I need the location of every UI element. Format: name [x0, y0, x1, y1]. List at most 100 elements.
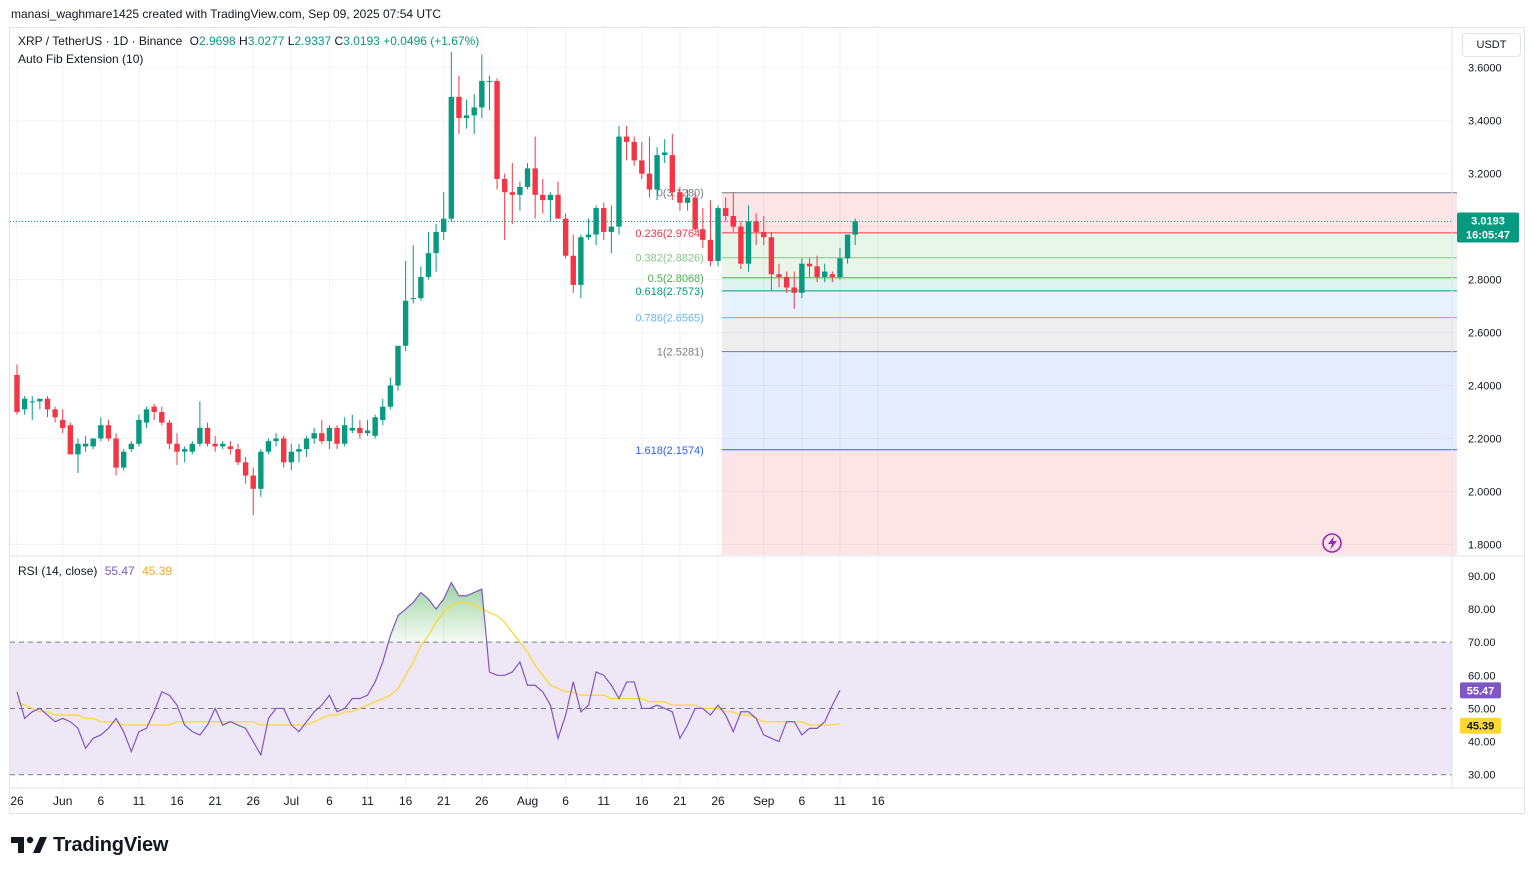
candle — [143, 406, 150, 428]
candle — [105, 419, 112, 442]
candle-body — [471, 107, 477, 116]
candle-body — [128, 443, 134, 450]
time-axis-tick-label: Aug — [517, 794, 538, 808]
candle-body — [829, 274, 836, 277]
candle — [288, 443, 295, 471]
candle — [631, 136, 637, 166]
rsi-axis-tick-label: 80.00 — [1468, 604, 1496, 616]
candle-body — [288, 451, 295, 463]
candle — [616, 125, 622, 235]
candle-body — [441, 218, 447, 232]
candle-body — [783, 276, 790, 288]
candle-body — [844, 234, 851, 259]
time-axis-tick-label: 6 — [562, 794, 569, 808]
candle-body — [82, 443, 89, 447]
last-price-value: 3.0193 — [1471, 216, 1505, 228]
candle-body — [143, 409, 150, 423]
candle — [242, 457, 249, 484]
candle — [562, 213, 569, 259]
candle-body — [433, 231, 439, 254]
currency-button[interactable]: USDT — [1462, 33, 1521, 57]
candle — [456, 75, 462, 134]
candle — [608, 205, 615, 254]
rsi-pane — [10, 581, 1452, 776]
candle-body — [608, 226, 615, 232]
candle-body — [707, 239, 714, 262]
candle — [151, 404, 157, 420]
candle — [21, 396, 28, 415]
candle-body — [341, 425, 348, 444]
candle-body — [197, 427, 203, 444]
rsi-legend[interactable]: RSI (14, close) 55.47 45.39 — [18, 564, 172, 578]
candle-body — [578, 237, 584, 285]
rsi-ma-badge-text: 45.39 — [1467, 721, 1495, 733]
candle-body — [562, 218, 569, 256]
symbol-label[interactable]: XRP / TetherUS · 1D · Binance — [18, 34, 182, 48]
candle — [479, 54, 485, 119]
time-axis-tick-label: 11 — [834, 794, 847, 808]
candle — [578, 234, 584, 299]
rsi-axis-tick-label: 60.00 — [1468, 670, 1496, 682]
candle — [303, 435, 310, 458]
candle-body — [532, 168, 538, 195]
time-axis-tick-label: 6 — [326, 794, 333, 808]
candle-body — [227, 446, 234, 450]
rsi-legend-value: 55.47 — [104, 564, 135, 578]
candle — [364, 419, 371, 436]
fib-level-label: 0.236(2.9764) — [635, 228, 704, 240]
candle-body — [463, 115, 470, 119]
candle-body — [738, 226, 744, 264]
countdown-value: 16:05:47 — [1466, 230, 1510, 242]
candle — [662, 139, 668, 164]
rsi-axis-tick-label: 90.00 — [1468, 571, 1496, 583]
candle-body — [418, 276, 424, 299]
high-value: 3.0277 — [247, 34, 285, 48]
candle-body — [669, 155, 676, 193]
candle-body — [250, 475, 256, 489]
candle — [52, 406, 58, 423]
price-axis-tick-label: 3.6000 — [1468, 63, 1502, 75]
candle — [387, 377, 394, 410]
tradingview-logo[interactable]: TradingView — [11, 833, 168, 857]
candle-body — [761, 231, 767, 238]
low-value: 2.9337 — [294, 34, 332, 48]
candle — [517, 181, 523, 211]
candle — [799, 258, 805, 299]
candle-body — [555, 194, 561, 219]
open-value: 2.9698 — [198, 34, 236, 48]
chart-canvas[interactable]: 0(3.1280)0.236(2.9764)0.382(2.8826)0.5(2… — [0, 0, 1534, 875]
time-axis-tick-label: 6 — [97, 794, 104, 808]
price-axis-tick-label: 2.8000 — [1468, 275, 1502, 287]
candle-body — [204, 427, 211, 444]
candle-body — [822, 271, 828, 277]
candle-body — [722, 208, 729, 217]
candle-body — [235, 449, 241, 463]
candle-body — [334, 427, 340, 444]
candle-body — [799, 263, 805, 293]
candle-body — [654, 155, 660, 190]
candle-body — [456, 96, 462, 119]
candle — [623, 125, 630, 161]
candle — [372, 414, 378, 439]
candle-body — [296, 449, 302, 452]
candle-body — [448, 96, 455, 219]
candle — [296, 443, 302, 463]
candle — [113, 433, 119, 476]
candle — [494, 78, 500, 190]
time-axis-tick-label: 6 — [799, 794, 806, 808]
price-axis-tick-label: 3.2000 — [1468, 169, 1502, 181]
candle — [60, 409, 66, 434]
candle — [174, 433, 180, 465]
candle-body — [37, 398, 43, 402]
candle-body — [67, 425, 74, 455]
candle — [334, 425, 340, 450]
candle-body — [258, 451, 264, 489]
candle — [486, 75, 493, 111]
candle — [540, 178, 546, 214]
candle-body — [75, 443, 81, 455]
candle-body — [98, 425, 104, 439]
candle-body — [547, 194, 554, 201]
fib-indicator-legend[interactable]: Auto Fib Extension (10) — [18, 52, 143, 66]
candle-body — [486, 80, 493, 82]
candle — [349, 414, 355, 434]
